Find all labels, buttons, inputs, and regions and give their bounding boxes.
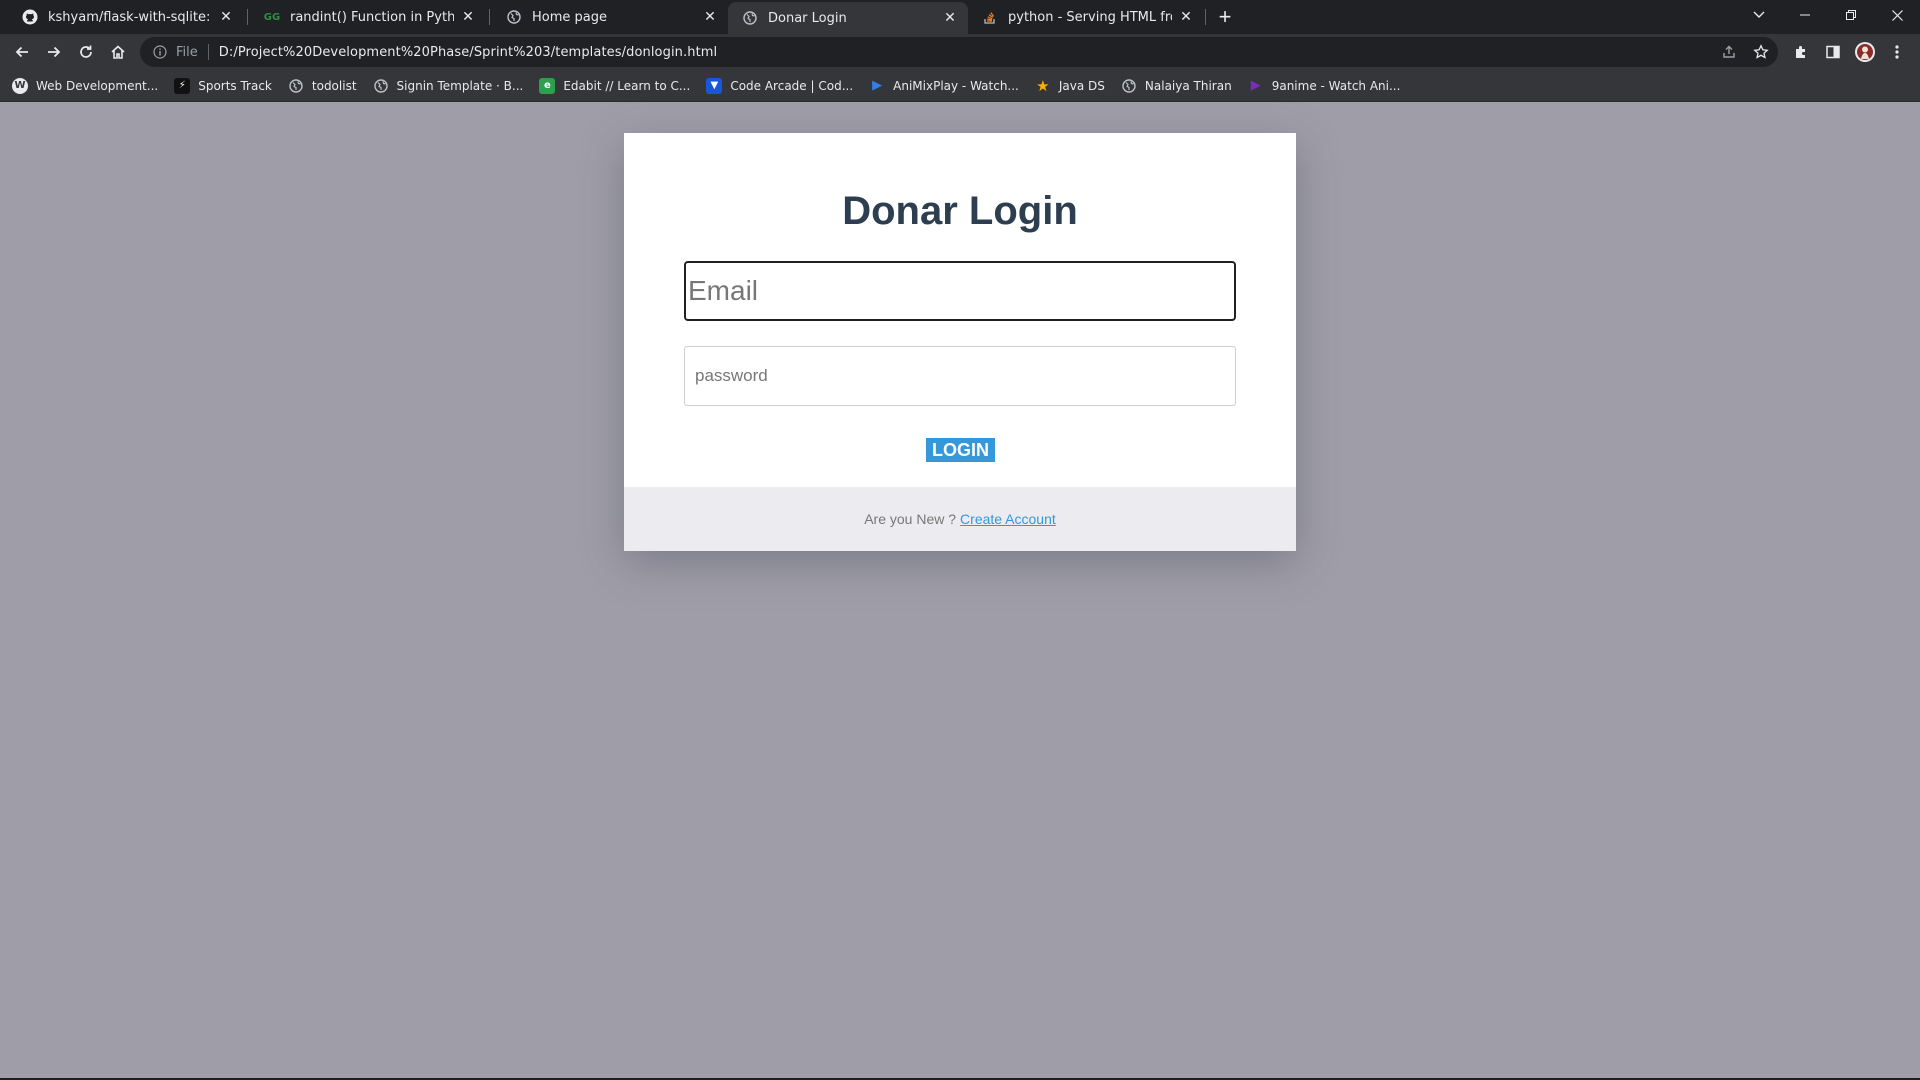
bookmark-web-development[interactable]: W Web Development... [12,77,159,94]
menu-kebab-icon[interactable] [1884,39,1910,65]
close-icon[interactable]: ✕ [942,10,958,26]
tab-separator [489,9,490,25]
bookmark-label: Signin Template · B... [396,78,524,93]
bookmark-9anime[interactable]: ▶ 9anime - Watch Ani... [1248,78,1401,94]
edabit-icon: e [539,77,556,94]
back-button[interactable] [8,38,36,66]
tab-separator [247,9,248,25]
browser-toolbar: File D:/Project%20Development%20Phase/Sp… [0,34,1920,70]
bookmark-signin-template[interactable]: Signin Template · B... [373,78,524,94]
bookmark-label: Edabit // Learn to C... [563,78,691,93]
9anime-icon: ▶ [1250,78,1261,93]
close-icon[interactable]: ✕ [1178,9,1194,25]
bookmark-sports-track[interactable]: ⚡ Sports Track [174,77,272,94]
tab-title: Home page [532,9,607,25]
bookmarks-bar: W Web Development... ⚡ Sports Track todo… [0,70,1920,102]
reload-icon [80,45,92,58]
codearcade-icon: ▼ [706,77,723,94]
tab-github[interactable]: kshyam/flask-with-sqlite: flask-w ✕ [8,0,244,34]
close-icon[interactable]: ✕ [460,9,476,25]
bookmark-label: Java DS [1058,78,1105,93]
bookmark-label: Web Development... [36,78,159,93]
globe-icon [742,10,758,26]
url-text: D:/Project%20Development%20Phase/Sprint%… [218,44,718,60]
bookmark-nalaiya-thiran[interactable]: Nalaiya Thiran [1121,78,1232,94]
github-icon [22,9,38,25]
home-button[interactable] [104,38,132,66]
stackoverflow-icon [982,9,998,25]
login-card: Donar Login LOGIN Are you New ? Create A… [624,133,1296,551]
animixplay-icon: ▶ [872,78,883,93]
bookmark-label: Sports Track [198,78,272,93]
extensions-icon[interactable] [1788,39,1814,65]
forward-arrow-icon [48,46,61,58]
page-title: Donar Login [842,189,1078,233]
email-field[interactable] [684,261,1236,321]
bookmark-java-ds[interactable]: ★ Java DS [1035,76,1105,95]
bookmark-code-arcade[interactable]: ▼ Code Arcade | Cod... [706,77,854,94]
globe-icon [506,9,522,25]
bookmark-animixplay[interactable]: ▶ AniMixPlay - Watch... [869,78,1019,94]
tab-randint[interactable]: GG randint() Function in Python - Ge ✕ [250,0,486,34]
share-icon[interactable] [1718,41,1740,63]
tab-home-page[interactable]: Home page ✕ [492,0,728,34]
globe-icon [1121,78,1137,94]
tab-strip: kshyam/flask-with-sqlite: flask-w ✕ GG r… [0,0,1920,34]
bookmark-label: 9anime - Watch Ani... [1271,78,1401,93]
tab-title: randint() Function in Python - Ge [290,9,454,25]
bookmark-star-icon[interactable] [1750,41,1772,63]
url-scheme-label: File [176,44,198,60]
login-button[interactable]: LOGIN [926,438,995,462]
bookmark-label: Nalaiya Thiran [1144,78,1232,93]
password-field[interactable] [684,346,1236,406]
bookmark-label: AniMixPlay - Watch... [893,78,1019,93]
tab-title: kshyam/flask-with-sqlite: flask-w [48,9,212,25]
side-panel-icon[interactable] [1820,39,1846,65]
globe-icon [373,78,389,94]
letter-w-icon: W [12,77,28,94]
close-window-button[interactable] [1874,0,1920,30]
footer-text: Are you New ? [864,511,957,527]
reload-button[interactable] [72,38,100,66]
card-footer: Are you New ? Create Account [624,487,1296,551]
tab-title: Donar Login [768,10,847,26]
close-icon[interactable]: ✕ [702,9,718,25]
bookmark-todolist[interactable]: todolist [288,78,357,94]
close-icon[interactable]: ✕ [218,9,234,25]
star-icon: ★ [1036,76,1050,95]
globe-icon [288,78,304,94]
geeksforgeeks-icon: GG [263,11,281,23]
back-arrow-icon [15,46,28,58]
bolt-icon: ⚡ [174,77,191,94]
minimize-button[interactable] [1782,0,1828,30]
bookmark-label: Code Arcade | Cod... [730,78,854,93]
bookmark-edabit[interactable]: e Edabit // Learn to C... [539,77,691,94]
address-bar[interactable]: File D:/Project%20Development%20Phase/Sp… [140,37,1778,67]
new-tab-button[interactable]: + [1212,5,1238,31]
restore-button[interactable] [1828,0,1874,30]
tab-title: python - Serving HTML from Flas [1008,9,1172,25]
tab-donar-login[interactable]: Donar Login ✕ [728,2,968,34]
tab-separator [1205,9,1206,25]
info-icon[interactable] [152,44,168,60]
home-icon [111,45,125,59]
forward-button[interactable] [40,38,68,66]
create-account-link[interactable]: Create Account [960,511,1056,527]
tab-search-button[interactable] [1736,0,1782,30]
tab-stackoverflow[interactable]: python - Serving HTML from Flas ✕ [968,0,1204,34]
bookmark-label: todolist [311,78,357,93]
address-divider [207,44,209,60]
profile-avatar[interactable] [1852,39,1878,65]
